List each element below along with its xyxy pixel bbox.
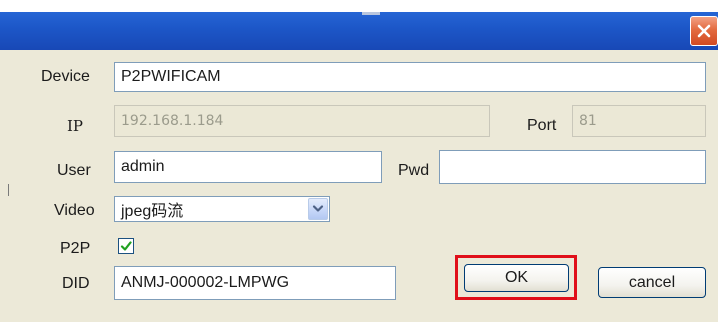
dropdown-arrow-button[interactable] <box>308 198 328 220</box>
cancel-button[interactable]: cancel <box>598 267 706 298</box>
device-field[interactable]: P2PWIFICAM <box>114 62 706 92</box>
pwd-label: Pwd <box>398 162 430 179</box>
user-label: User <box>57 162 91 179</box>
port-label: Port <box>527 117 557 134</box>
video-select[interactable]: jpeg码流 <box>114 196 330 222</box>
video-selected-value: jpeg码流 <box>121 203 184 220</box>
did-label: DID <box>62 275 90 292</box>
device-label: Device <box>41 68 90 85</box>
close-icon <box>697 24 711 38</box>
port-field[interactable]: 81 <box>572 105 706 137</box>
chevron-down-icon <box>312 205 324 212</box>
close-button[interactable] <box>690 16 718 46</box>
title-bar[interactable] <box>0 0 718 50</box>
title-bar-notch <box>362 12 380 15</box>
edge-mark <box>8 184 9 196</box>
pwd-field[interactable] <box>439 150 706 184</box>
ok-button[interactable]: OK <box>464 264 569 292</box>
dialog-window: Device P2PWIFICAM IP 192.168.1.184 Port … <box>0 0 718 322</box>
ip-label: IP <box>67 117 84 135</box>
p2p-checkbox[interactable] <box>118 238 134 254</box>
ip-field[interactable]: 192.168.1.184 <box>114 105 490 137</box>
did-field[interactable]: ANMJ-000002-LMPWG <box>114 266 396 300</box>
p2p-label: P2P <box>60 240 91 257</box>
checkmark-icon <box>120 241 132 251</box>
user-field[interactable]: admin <box>114 151 382 183</box>
video-label: Video <box>54 202 95 219</box>
